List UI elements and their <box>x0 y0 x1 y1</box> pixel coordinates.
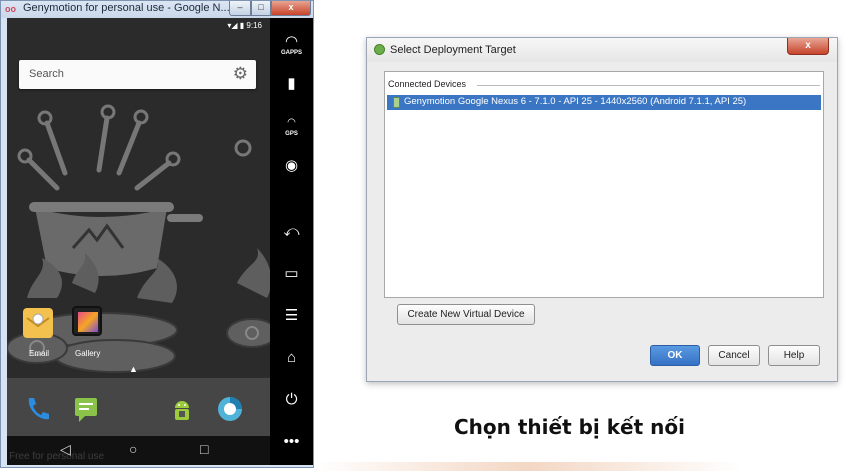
genymotion-side-panel: ◠ GAPPS ▮ ◠ GPS ◉ ⤺ ▭ ☰ ⌂ ⏻ ••• <box>270 18 313 465</box>
group-divider <box>477 85 820 86</box>
app-drawer-arrow-icon[interactable]: ▲ <box>129 364 138 374</box>
android-app-icon[interactable] <box>167 394 197 424</box>
messaging-icon[interactable] <box>71 394 101 424</box>
gapps-icon: ◠ <box>284 33 299 50</box>
dialog-close-button[interactable]: x <box>787 38 829 55</box>
dialog-titlebar[interactable]: Select Deployment Target x <box>367 38 837 62</box>
close-button[interactable]: x <box>271 1 311 16</box>
wallpaper-illustration <box>7 104 270 373</box>
battery-button[interactable]: ▮ <box>270 76 313 92</box>
decorative-strip <box>314 462 850 471</box>
ok-button[interactable]: OK <box>650 345 700 366</box>
cancel-button[interactable]: Cancel <box>708 345 760 366</box>
help-button[interactable]: Help <box>768 345 820 366</box>
android-screen[interactable]: ▾◢ ▮ 9:16 Search ⚙ Email Gallery ▲ ◁ ○ □… <box>7 18 270 465</box>
create-virtual-device-button[interactable]: Create New Virtual Device <box>397 304 535 325</box>
genymotion-logo-icon: oo <box>5 4 16 14</box>
menu-icon: ☰ <box>284 307 299 324</box>
gallery-app-icon[interactable] <box>72 306 102 336</box>
minimize-button[interactable]: – <box>229 1 251 16</box>
gapps-label: GAPPS <box>280 50 302 56</box>
home-icon: ⌂ <box>286 349 297 366</box>
recents-nav-button[interactable]: □ <box>200 440 208 458</box>
email-app-icon[interactable] <box>23 308 53 338</box>
phone-device-icon <box>393 97 400 108</box>
deployment-target-dialog: Select Deployment Target x Connected Dev… <box>366 37 838 382</box>
gps-button[interactable]: ◠ GPS <box>270 115 313 138</box>
search-widget[interactable]: Search ⚙ <box>19 60 256 89</box>
more-icon: ••• <box>283 433 300 450</box>
connected-devices-header: Connected Devices <box>388 79 820 89</box>
power-side-button[interactable]: ⏻ <box>270 392 313 408</box>
status-time: 9:16 <box>246 21 262 30</box>
search-label: Search <box>29 68 64 80</box>
menu-side-button[interactable]: ☰ <box>270 308 313 324</box>
back-arrow-icon: ⤺ <box>283 223 300 240</box>
device-row-selected[interactable]: Genymotion Google Nexus 6 - 7.1.0 - API … <box>387 95 821 110</box>
watermark: Free for personal use <box>9 451 105 462</box>
home-side-button[interactable]: ⌂ <box>270 350 313 366</box>
webcam-icon: ◉ <box>284 157 299 174</box>
gallery-picture-icon <box>78 312 98 332</box>
gear-icon[interactable]: ⚙ <box>233 64 248 84</box>
power-icon: ⏻ <box>285 391 298 408</box>
device-list[interactable]: Connected Devices Genymotion Google Nexu… <box>384 71 824 298</box>
status-bar: ▾◢ ▮ 9:16 <box>227 21 262 30</box>
envelope-icon <box>26 313 50 328</box>
window-title: Genymotion for personal use - Google N..… <box>23 2 230 14</box>
genymotion-window: oo Genymotion for personal use - Google … <box>0 0 314 468</box>
camera-button[interactable]: ◉ <box>270 158 313 174</box>
more-side-button[interactable]: ••• <box>270 434 313 450</box>
recents-side-button[interactable]: ▭ <box>270 266 313 282</box>
caption-text: Chọn thiết bị kết nối <box>454 415 685 439</box>
phone-icon[interactable] <box>23 394 53 424</box>
window-controls: – □ x <box>229 1 311 17</box>
recents-icon: ▭ <box>284 265 299 282</box>
gps-label: GPS <box>285 131 298 137</box>
back-side-button[interactable]: ⤺ <box>270 224 313 240</box>
email-app-label: Email <box>29 349 50 358</box>
android-studio-icon <box>374 44 385 55</box>
connected-devices-label: Connected Devices <box>388 79 467 89</box>
wifi-icon: ◠ <box>287 117 296 128</box>
gapps-button[interactable]: ◠ GAPPS <box>270 34 313 57</box>
device-name: Genymotion Google Nexus 6 - 7.1.0 - API … <box>404 96 747 107</box>
dialog-title: Select Deployment Target <box>390 44 516 56</box>
maximize-button[interactable]: □ <box>251 1 271 16</box>
browser-icon[interactable] <box>215 394 245 424</box>
dock <box>7 378 270 438</box>
battery-icon: ▮ <box>287 75 296 92</box>
home-nav-button[interactable]: ○ <box>129 440 137 458</box>
genymotion-titlebar[interactable]: oo Genymotion for personal use - Google … <box>1 1 313 18</box>
status-icons: ▾◢ ▮ <box>227 21 245 30</box>
gallery-app-label: Gallery <box>75 349 101 358</box>
